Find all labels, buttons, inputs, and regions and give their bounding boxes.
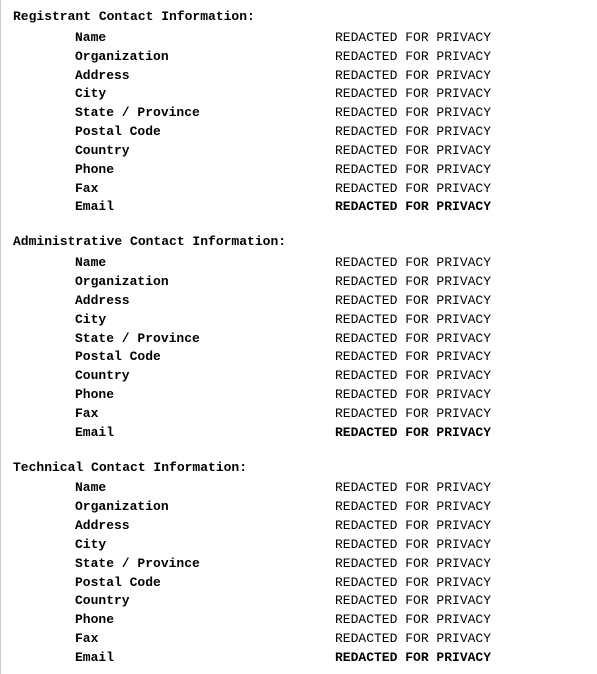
field-label: Phone — [75, 611, 335, 630]
field-value: REDACTED FOR PRIVACY — [335, 254, 585, 273]
field-value: REDACTED FOR PRIVACY — [335, 649, 585, 668]
contact-row: Postal CodeREDACTED FOR PRIVACY — [13, 574, 585, 593]
field-value: REDACTED FOR PRIVACY — [335, 161, 585, 180]
field-label: Name — [75, 479, 335, 498]
field-value: REDACTED FOR PRIVACY — [335, 198, 585, 217]
contact-row: Postal CodeREDACTED FOR PRIVACY — [13, 348, 585, 367]
field-label: State / Province — [75, 104, 335, 123]
field-value: REDACTED FOR PRIVACY — [335, 536, 585, 555]
field-label: Organization — [75, 273, 335, 292]
field-label: Organization — [75, 498, 335, 517]
field-label: Postal Code — [75, 123, 335, 142]
contact-row: CityREDACTED FOR PRIVACY — [13, 311, 585, 330]
field-label: Name — [75, 254, 335, 273]
field-value: REDACTED FOR PRIVACY — [335, 180, 585, 199]
contact-row: NameREDACTED FOR PRIVACY — [13, 29, 585, 48]
field-value: REDACTED FOR PRIVACY — [335, 555, 585, 574]
contact-row: FaxREDACTED FOR PRIVACY — [13, 180, 585, 199]
contact-row: State / ProvinceREDACTED FOR PRIVACY — [13, 104, 585, 123]
field-label: State / Province — [75, 555, 335, 574]
field-value: REDACTED FOR PRIVACY — [335, 330, 585, 349]
field-value: REDACTED FOR PRIVACY — [335, 498, 585, 517]
contact-row: CityREDACTED FOR PRIVACY — [13, 85, 585, 104]
field-label: Address — [75, 67, 335, 86]
field-label: Name — [75, 29, 335, 48]
field-value: REDACTED FOR PRIVACY — [335, 424, 585, 443]
field-label: Phone — [75, 161, 335, 180]
field-label: Email — [75, 198, 335, 217]
contact-section: Technical Contact Information:NameREDACT… — [13, 459, 585, 668]
contact-row: State / ProvinceREDACTED FOR PRIVACY — [13, 555, 585, 574]
contact-row: Postal CodeREDACTED FOR PRIVACY — [13, 123, 585, 142]
field-label: Fax — [75, 180, 335, 199]
contact-row: EmailREDACTED FOR PRIVACY — [13, 649, 585, 668]
contact-row: PhoneREDACTED FOR PRIVACY — [13, 386, 585, 405]
contact-row: OrganizationREDACTED FOR PRIVACY — [13, 498, 585, 517]
field-label: City — [75, 311, 335, 330]
contact-row: AddressREDACTED FOR PRIVACY — [13, 517, 585, 536]
contact-row: State / ProvinceREDACTED FOR PRIVACY — [13, 330, 585, 349]
contact-section: Administrative Contact Information:NameR… — [13, 233, 585, 442]
contact-row: EmailREDACTED FOR PRIVACY — [13, 198, 585, 217]
field-value: REDACTED FOR PRIVACY — [335, 104, 585, 123]
section-title: Administrative Contact Information: — [13, 233, 585, 252]
field-label: Postal Code — [75, 574, 335, 593]
field-label: Organization — [75, 48, 335, 67]
contact-row: AddressREDACTED FOR PRIVACY — [13, 292, 585, 311]
contact-row: NameREDACTED FOR PRIVACY — [13, 254, 585, 273]
contact-row: CountryREDACTED FOR PRIVACY — [13, 592, 585, 611]
field-value: REDACTED FOR PRIVACY — [335, 85, 585, 104]
field-value: REDACTED FOR PRIVACY — [335, 367, 585, 386]
field-value: REDACTED FOR PRIVACY — [335, 517, 585, 536]
field-label: City — [75, 85, 335, 104]
contact-row: FaxREDACTED FOR PRIVACY — [13, 405, 585, 424]
contact-row: FaxREDACTED FOR PRIVACY — [13, 630, 585, 649]
whois-contact-info: Registrant Contact Information:NameREDAC… — [13, 8, 585, 668]
contact-row: OrganizationREDACTED FOR PRIVACY — [13, 273, 585, 292]
contact-row: EmailREDACTED FOR PRIVACY — [13, 424, 585, 443]
field-value: REDACTED FOR PRIVACY — [335, 48, 585, 67]
field-label: Email — [75, 424, 335, 443]
contact-row: PhoneREDACTED FOR PRIVACY — [13, 161, 585, 180]
field-label: Phone — [75, 386, 335, 405]
field-label: Address — [75, 517, 335, 536]
contact-row: OrganizationREDACTED FOR PRIVACY — [13, 48, 585, 67]
field-label: Email — [75, 649, 335, 668]
field-value: REDACTED FOR PRIVACY — [335, 29, 585, 48]
field-label: Fax — [75, 405, 335, 424]
contact-section: Registrant Contact Information:NameREDAC… — [13, 8, 585, 217]
contact-row: CountryREDACTED FOR PRIVACY — [13, 142, 585, 161]
section-title: Technical Contact Information: — [13, 459, 585, 478]
field-value: REDACTED FOR PRIVACY — [335, 142, 585, 161]
field-value: REDACTED FOR PRIVACY — [335, 479, 585, 498]
contact-row: AddressREDACTED FOR PRIVACY — [13, 67, 585, 86]
field-value: REDACTED FOR PRIVACY — [335, 273, 585, 292]
field-label: Address — [75, 292, 335, 311]
field-value: REDACTED FOR PRIVACY — [335, 630, 585, 649]
field-label: Country — [75, 592, 335, 611]
field-value: REDACTED FOR PRIVACY — [335, 292, 585, 311]
contact-row: PhoneREDACTED FOR PRIVACY — [13, 611, 585, 630]
field-label: Fax — [75, 630, 335, 649]
field-label: Postal Code — [75, 348, 335, 367]
field-value: REDACTED FOR PRIVACY — [335, 574, 585, 593]
contact-row: CountryREDACTED FOR PRIVACY — [13, 367, 585, 386]
field-label: State / Province — [75, 330, 335, 349]
field-value: REDACTED FOR PRIVACY — [335, 592, 585, 611]
field-label: City — [75, 536, 335, 555]
field-value: REDACTED FOR PRIVACY — [335, 386, 585, 405]
field-value: REDACTED FOR PRIVACY — [335, 348, 585, 367]
field-value: REDACTED FOR PRIVACY — [335, 611, 585, 630]
field-value: REDACTED FOR PRIVACY — [335, 67, 585, 86]
field-label: Country — [75, 142, 335, 161]
contact-row: NameREDACTED FOR PRIVACY — [13, 479, 585, 498]
contact-row: CityREDACTED FOR PRIVACY — [13, 536, 585, 555]
section-title: Registrant Contact Information: — [13, 8, 585, 27]
field-value: REDACTED FOR PRIVACY — [335, 123, 585, 142]
field-value: REDACTED FOR PRIVACY — [335, 311, 585, 330]
field-value: REDACTED FOR PRIVACY — [335, 405, 585, 424]
field-label: Country — [75, 367, 335, 386]
